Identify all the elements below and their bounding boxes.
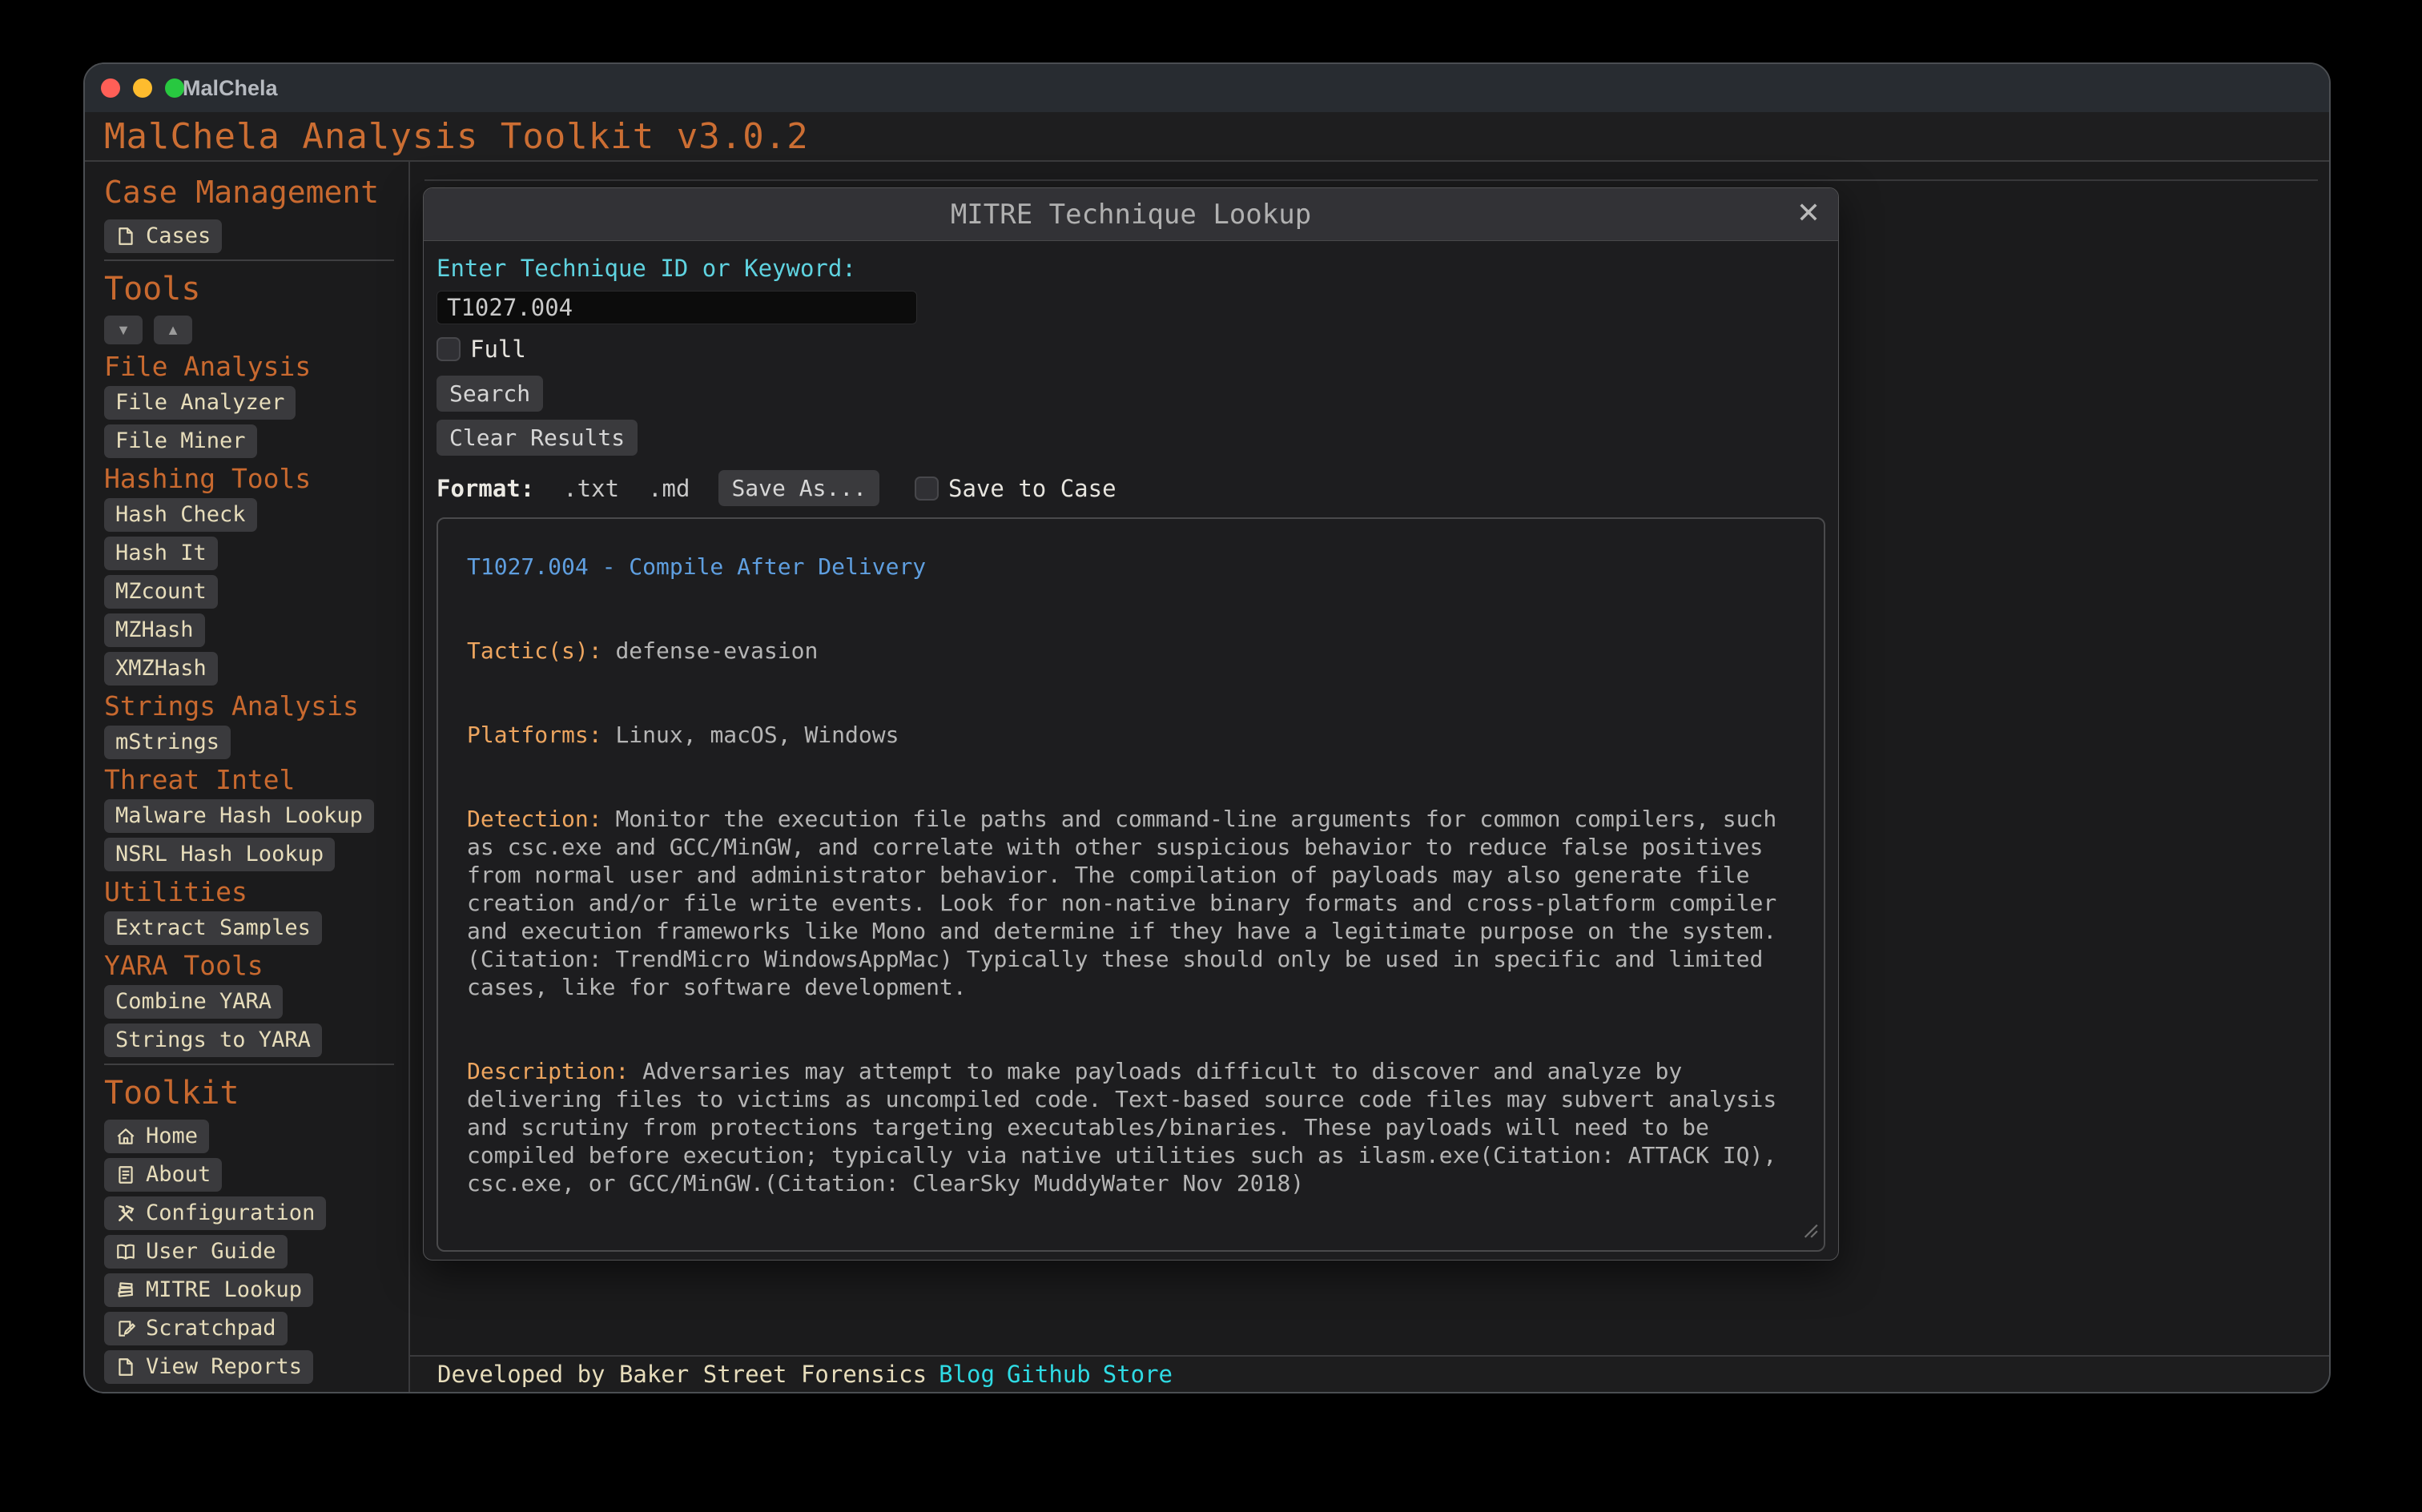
document-icon	[115, 1164, 136, 1185]
sidebar-item-mitre-lookup[interactable]: MITRE Lookup	[104, 1273, 313, 1307]
technique-title: T1027.004 - Compile After Delivery	[467, 553, 1795, 581]
footer-link-store[interactable]: Store	[1103, 1361, 1173, 1388]
folder-icon	[115, 226, 136, 247]
tool-button-extract-samples[interactable]: Extract Samples	[104, 911, 322, 945]
sort-descending-button[interactable]: ▼	[104, 316, 143, 344]
footer-credit: Developed by Baker Street Forensics	[437, 1361, 927, 1388]
detection-block: Detection: Monitor the execution file pa…	[467, 805, 1795, 1001]
sidebar-item-user-guide[interactable]: User Guide	[104, 1235, 288, 1269]
save-to-case-label: Save to Case	[948, 475, 1116, 502]
cases-button[interactable]: Cases	[104, 219, 222, 253]
sidebar-item-about[interactable]: About	[104, 1158, 222, 1192]
zoom-window-button[interactable]	[165, 78, 184, 98]
close-window-button[interactable]	[101, 78, 120, 98]
format-label: Format:	[437, 475, 534, 502]
footer-link-github[interactable]: Github	[1007, 1361, 1091, 1388]
tool-button-mzhash[interactable]: MZHash	[104, 613, 205, 647]
tool-button-file-miner[interactable]: File Miner	[104, 424, 257, 458]
technique-id-input[interactable]	[437, 291, 917, 324]
results-area[interactable]: T1027.004 - Compile After Delivery Tacti…	[437, 517, 1825, 1252]
sidebar-item-view-reports[interactable]: View Reports	[104, 1350, 313, 1384]
tool-button-xmzhash[interactable]: XMZHash	[104, 652, 218, 686]
category-yara-tools: YARA Tools	[104, 950, 397, 982]
sidebar-item-scratchpad[interactable]: Scratchpad	[104, 1312, 288, 1345]
tactics-block: Tactic(s): defense-evasion	[467, 637, 1795, 665]
sidebar-divider	[104, 259, 394, 261]
memo-pencil-icon	[115, 1318, 136, 1339]
category-hashing-tools: Hashing Tools	[104, 463, 397, 495]
format-option-md[interactable]: .md	[648, 475, 690, 502]
dialog-titlebar[interactable]: MITRE Technique Lookup ✕	[424, 188, 1838, 241]
tool-button-hash-it[interactable]: Hash It	[104, 537, 218, 570]
home-icon	[115, 1126, 136, 1147]
clear-results-button[interactable]: Clear Results	[437, 420, 638, 456]
sidebar-item-configuration[interactable]: Configuration	[104, 1196, 326, 1230]
category-utilities: Utilities	[104, 876, 397, 908]
window-title: MalChela	[183, 76, 278, 101]
tactics-label: Tactic(s):	[467, 637, 602, 664]
format-option-txt[interactable]: .txt	[563, 475, 619, 502]
footer: Developed by Baker Street Forensics Blog…	[410, 1355, 2329, 1392]
tool-button-mstrings[interactable]: mStrings	[104, 726, 231, 759]
tool-button-mzcount[interactable]: MZcount	[104, 575, 218, 609]
close-icon[interactable]: ✕	[1796, 199, 1821, 228]
footer-link-blog[interactable]: Blog	[939, 1361, 995, 1388]
sidebar-divider	[104, 1064, 394, 1065]
app-window: MalChela MalChela Analysis Toolkit v3.0.…	[83, 62, 2331, 1393]
category-strings-analysis: Strings Analysis	[104, 690, 397, 722]
sidebar-item-home[interactable]: Home	[104, 1120, 209, 1153]
dialog-title: MITRE Technique Lookup	[951, 199, 1311, 231]
search-button[interactable]: Search	[437, 376, 543, 412]
toolkit-heading: Toolkit	[104, 1075, 397, 1112]
description-block: Description: Adversaries may attempt to …	[467, 1057, 1795, 1197]
description-label: Description:	[467, 1058, 629, 1084]
sort-ascending-button[interactable]: ▲	[154, 316, 192, 344]
case-management-heading: Case Management	[104, 175, 397, 210]
minimize-window-button[interactable]	[133, 78, 152, 98]
triangle-down-icon: ▼	[116, 322, 131, 338]
tool-button-nsrl-hash-lookup[interactable]: NSRL Hash Lookup	[104, 838, 335, 871]
tool-button-file-analyzer[interactable]: File Analyzer	[104, 386, 296, 420]
tool-button-hash-check[interactable]: Hash Check	[104, 498, 257, 532]
full-checkbox[interactable]	[437, 337, 461, 361]
app-title: MalChela Analysis Toolkit v3.0.2	[104, 116, 809, 157]
app-header: MalChela Analysis Toolkit v3.0.2	[85, 112, 2329, 162]
full-checkbox-label: Full	[470, 336, 526, 363]
folder-icon	[115, 1357, 136, 1377]
tool-button-malware-hash-lookup[interactable]: Malware Hash Lookup	[104, 799, 374, 833]
tool-button-strings-to-yara[interactable]: Strings to YARA	[104, 1023, 322, 1057]
hammer-wrench-icon	[115, 1203, 136, 1224]
open-book-icon	[115, 1241, 136, 1262]
detection-label: Detection:	[467, 806, 602, 832]
save-to-case-checkbox[interactable]	[915, 477, 939, 501]
sidebar: Case Management Cases Tools ▼ ▲ File Ana…	[85, 162, 410, 1392]
query-label: Enter Technique ID or Keyword:	[437, 254, 1825, 283]
macos-titlebar: MalChela	[85, 64, 2329, 112]
tool-button-combine-yara[interactable]: Combine YARA	[104, 985, 283, 1019]
platforms-label: Platforms:	[467, 722, 602, 748]
save-as-button[interactable]: Save As...	[718, 470, 879, 506]
main-area: MITRE Technique Lookup ✕ Enter Technique…	[410, 162, 2329, 1392]
category-file-analysis: File Analysis	[104, 351, 397, 383]
platforms-block: Platforms: Linux, macOS, Windows	[467, 721, 1795, 749]
resize-handle-icon[interactable]	[1798, 1217, 1819, 1245]
tools-heading: Tools	[104, 271, 397, 308]
mitre-lookup-dialog: MITRE Technique Lookup ✕ Enter Technique…	[423, 187, 1839, 1261]
category-threat-intel: Threat Intel	[104, 764, 397, 796]
triangle-up-icon: ▲	[166, 322, 180, 338]
books-icon	[115, 1280, 136, 1301]
